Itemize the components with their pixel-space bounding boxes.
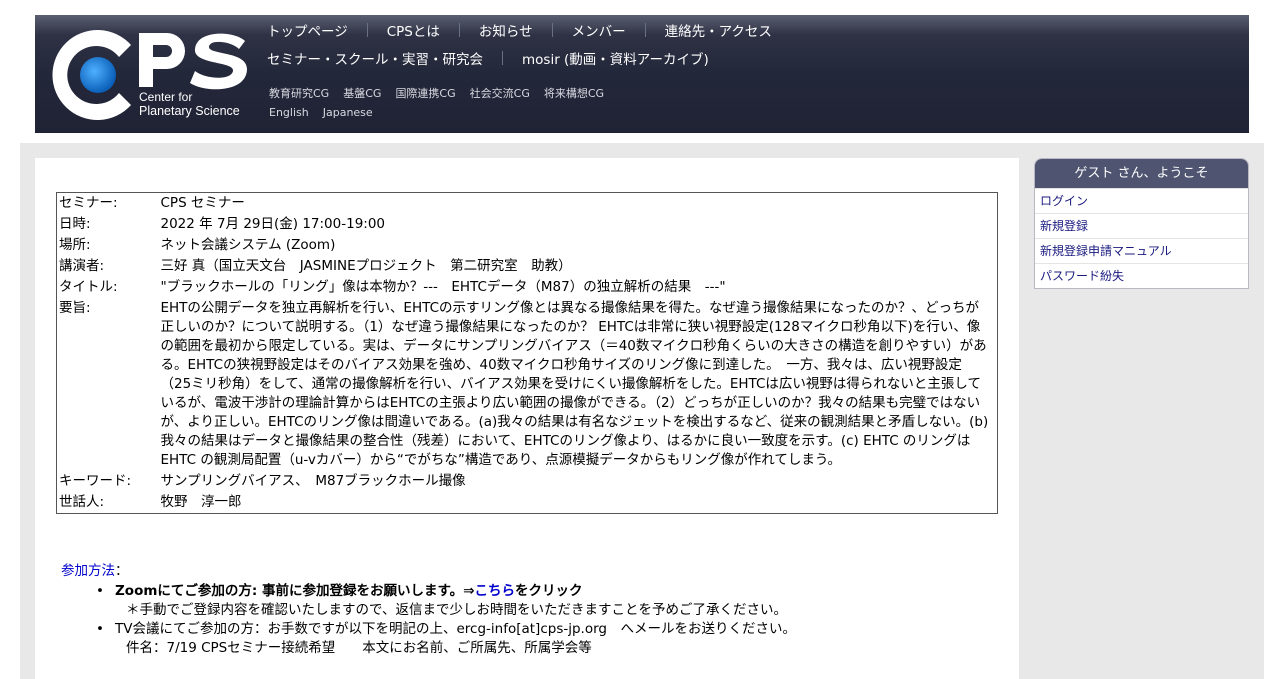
table-row: 講演者: 三好 真（国立天文台 JASMINEプロジェクト 第二研究室 助教）	[57, 256, 998, 277]
login-link[interactable]: ログイン	[1035, 188, 1248, 213]
row-value: 牧野 淳一郎	[160, 494, 242, 510]
table-row: 日時: 2022 年 7月 29日(金) 17:00-19:00	[57, 214, 998, 235]
row-value: 三好 真（国立天文台 JASMINEプロジェクト 第二研究室 助教）	[160, 258, 572, 274]
zoom-click-text: をクリック	[514, 583, 583, 599]
row-value: ネット会議システム (Zoom)	[160, 237, 336, 253]
seminar-info-table: セミナー: CPS セミナー 日時: 2022 年 7月 29日(金) 17:0…	[56, 192, 998, 514]
nav-cg-base[interactable]: 基盤CG	[343, 85, 381, 101]
zoom-instructions: Zoomにてご参加の方: 事前に参加登録をお願いします。⇒	[115, 583, 475, 599]
table-row: キーワード: サンプリングバイアス、 M87ブラックホール撮像	[57, 471, 998, 492]
nav-mosir[interactable]: mosir (動画・資料アーカイブ)	[522, 48, 709, 68]
row-value: サンプリングバイアス、 M87ブラックホール撮像	[160, 473, 466, 489]
nav-cg-education[interactable]: 教育研究CG	[269, 85, 329, 101]
nav-cg-future[interactable]: 将来構想CG	[544, 85, 604, 101]
nav-seminars[interactable]: セミナー・スクール・実習・研究会	[267, 48, 483, 68]
nav-divider	[366, 23, 368, 37]
table-row: 世話人: 牧野 淳一郎	[57, 492, 998, 514]
nav-cg-international[interactable]: 国際連携CG	[395, 85, 455, 101]
nav-contact[interactable]: 連絡先・アクセス	[665, 20, 772, 40]
cps-logo-graphic: Center for Planetary Science	[52, 30, 247, 120]
zoom-register-link[interactable]: こちら	[474, 583, 515, 599]
table-row: 要旨: EHTの公開データを独立再解析を行い、EHTCの示すリング像とは異なる撮…	[57, 298, 998, 471]
row-key: セミナー:	[59, 195, 118, 211]
nav-divider	[458, 23, 460, 37]
join-heading-colon: ：	[115, 563, 129, 579]
lang-japanese[interactable]: Japanese	[323, 106, 373, 119]
login-sidebar: ゲスト さん、ようこそ ログイン 新規登録 新規登録申請マニュアル パスワード紛…	[1034, 158, 1249, 289]
row-value: "ブラックホールの「リング」像は本物か？--- EHTCデータ（M87）の独立解…	[160, 279, 726, 295]
register-manual-link[interactable]: 新規登録申請マニュアル	[1035, 238, 1248, 263]
table-row: 場所: ネット会議システム (Zoom)	[57, 235, 998, 256]
tv-note: 件名：7/19 CPSセミナー接続希望 本文にお名前、ご所属先、所属学会等	[126, 640, 592, 656]
logo-line2: Planetary Science	[139, 104, 240, 118]
nav-top[interactable]: トップページ	[267, 20, 348, 40]
row-key: タイトル:	[59, 279, 118, 295]
guest-greeting: ゲスト さん、ようこそ	[1035, 159, 1248, 188]
cps-logo[interactable]: Center for Planetary Science	[49, 25, 249, 125]
logo-line1: Center for	[139, 90, 192, 104]
nav-cg-social[interactable]: 社会交流CG	[470, 85, 530, 101]
row-value: CPS セミナー	[160, 195, 245, 211]
site-header: Center for Planetary Science トップページ CPSと…	[35, 15, 1249, 133]
language-nav: English Japanese	[269, 106, 387, 119]
secondary-nav: セミナー・スクール・実習・研究会 mosir (動画・資料アーカイブ)	[267, 48, 709, 68]
list-item: TV会議にてご参加の方：お手数ですが以下を明記の上、ercg-info[at]c…	[96, 620, 996, 658]
cg-nav: 教育研究CG 基盤CG 国際連携CG 社会交流CG 将来構想CG	[269, 85, 618, 101]
register-link[interactable]: 新規登録	[1035, 213, 1248, 238]
tv-instructions: TV会議にてご参加の方：お手数ですが以下を明記の上、ercg-info[at]c…	[115, 621, 796, 637]
row-key: キーワード:	[59, 473, 132, 489]
join-list: Zoomにてご参加の方: 事前に参加登録をお願いします。⇒こちらをクリック ＊手…	[96, 582, 996, 658]
join-heading: 参加方法：	[61, 559, 129, 579]
list-item: Zoomにてご参加の方: 事前に参加登録をお願いします。⇒こちらをクリック ＊手…	[96, 582, 996, 620]
nav-members[interactable]: メンバー	[572, 20, 626, 40]
password-lost-link[interactable]: パスワード紛失	[1035, 263, 1248, 288]
abstract-text: EHTの公開データを独立再解析を行い、EHTCの示すリング像とは異なる撮像結果を…	[160, 300, 989, 468]
row-key: 講演者:	[59, 258, 105, 274]
row-key: 世話人:	[59, 494, 105, 510]
table-row: タイトル: "ブラックホールの「リング」像は本物か？--- EHTCデータ（M8…	[57, 277, 998, 298]
table-row: セミナー: CPS セミナー	[57, 193, 998, 215]
row-key: 日時:	[59, 216, 91, 232]
row-value: 2022 年 7月 29日(金) 17:00-19:00	[160, 216, 386, 232]
main-nav: トップページ CPSとは お知らせ メンバー 連絡先・アクセス	[267, 20, 772, 40]
join-heading-text: 参加方法	[61, 563, 115, 579]
row-key: 場所:	[59, 237, 91, 253]
nav-about[interactable]: CPSとは	[387, 20, 440, 40]
lang-english[interactable]: English	[269, 106, 309, 119]
nav-divider	[644, 23, 646, 37]
row-key: 要旨:	[59, 300, 91, 316]
nav-divider	[551, 23, 553, 37]
zoom-note: ＊手動でご登録内容を確認いたしますので、返信まで少しお時間をいただきますことを予…	[126, 602, 787, 618]
nav-news[interactable]: お知らせ	[479, 20, 533, 40]
nav-divider	[502, 51, 503, 65]
